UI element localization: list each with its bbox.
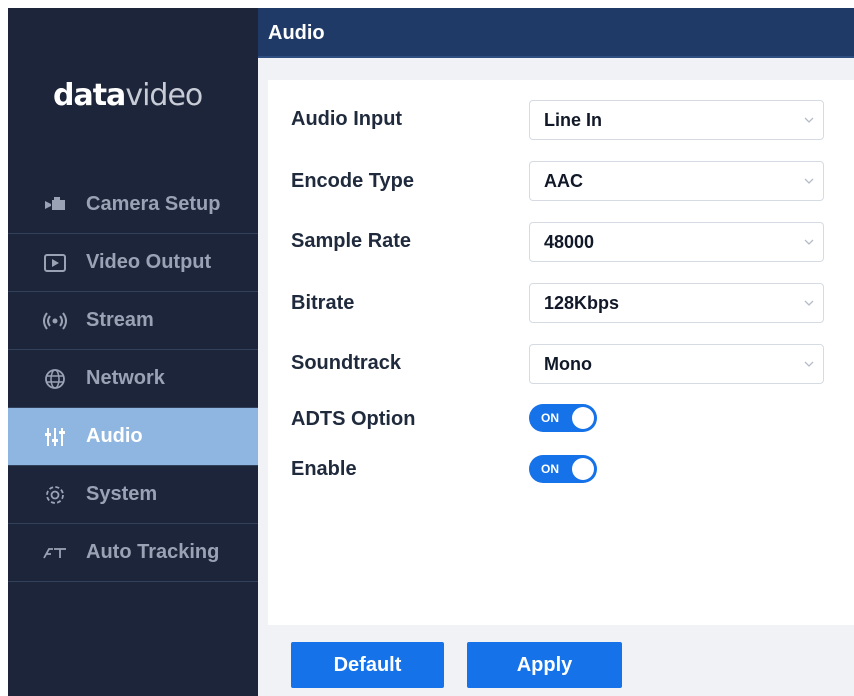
sample-rate-select[interactable]: 48000 (529, 222, 824, 262)
chevron-down-icon (804, 178, 814, 184)
toggle-knob (572, 458, 594, 480)
bitrate-select[interactable]: 128Kbps (529, 283, 824, 323)
bitrate-label: Bitrate (291, 292, 355, 314)
chevron-down-icon (804, 361, 814, 367)
toggle-state-text: ON (541, 462, 559, 476)
toggle-knob (572, 407, 594, 429)
chevron-down-icon (804, 239, 814, 245)
video-output-icon (42, 252, 68, 274)
sidebar-item-video-output[interactable]: Video Output (8, 234, 258, 292)
sidebar-item-system[interactable]: System (8, 466, 258, 524)
audio-input-value: Line In (544, 109, 602, 130)
sidebar-item-stream[interactable]: Stream (8, 292, 258, 350)
sidebar: datavideo Camera Setup Video Output Stre… (8, 8, 258, 696)
audio-input-label: Audio Input (291, 108, 403, 130)
enable-label: Enable (291, 458, 357, 480)
toggle-state-text: ON (541, 411, 559, 425)
sample-rate-value: 48000 (544, 231, 595, 252)
camera-icon (42, 194, 68, 216)
soundtrack-label: Soundtrack (291, 352, 402, 374)
gear-icon (42, 484, 68, 506)
sidebar-item-label: Video Output (86, 251, 212, 273)
sidebar-item-label: Network (86, 367, 165, 389)
default-button[interactable]: Default (291, 642, 444, 688)
sidebar-item-camera-setup[interactable]: Camera Setup (8, 176, 258, 234)
soundtrack-select[interactable]: Mono (529, 344, 824, 384)
page-header: Audio (258, 8, 854, 58)
enable-row: Enable (291, 458, 357, 481)
globe-icon (42, 368, 68, 390)
encode-type-label: Encode Type (291, 170, 414, 192)
encode-type-select[interactable]: AAC (529, 161, 824, 201)
encode-type-value: AAC (544, 170, 583, 191)
chevron-down-icon (804, 117, 814, 123)
datavideo-logo: datavideo (53, 78, 203, 113)
page-title: Audio (268, 22, 325, 44)
sidebar-item-label: Auto Tracking (86, 541, 220, 563)
audio-input-select[interactable]: Line In (529, 100, 824, 140)
sample-rate-label: Sample Rate (291, 230, 412, 252)
sidebar-nav: Camera Setup Video Output Stream Network (8, 176, 258, 582)
sample-rate-row: Sample Rate (291, 230, 411, 253)
sidebar-item-label: Camera Setup (86, 193, 221, 215)
sidebar-item-label: System (86, 483, 158, 505)
soundtrack-row: Soundtrack (291, 352, 401, 375)
soundtrack-value: Mono (544, 353, 592, 374)
sidebar-item-network[interactable]: Network (8, 350, 258, 408)
apply-button[interactable]: Apply (467, 642, 622, 688)
stream-icon (42, 310, 68, 332)
adts-option-toggle[interactable]: ON (529, 404, 597, 432)
chevron-down-icon (804, 300, 814, 306)
sidebar-item-audio[interactable]: Audio (8, 408, 258, 466)
sidebar-item-auto-tracking[interactable]: Auto Tracking (8, 524, 258, 582)
adts-option-label: ADTS Option (291, 408, 416, 430)
auto-tracking-icon (42, 542, 68, 564)
bitrate-row: Bitrate (291, 292, 354, 315)
bitrate-value: 128Kbps (544, 292, 620, 313)
equalizer-icon (42, 426, 68, 448)
sidebar-item-label: Stream (86, 309, 154, 331)
encode-type-row: Encode Type (291, 170, 414, 193)
sidebar-item-label: Audio (86, 425, 143, 447)
adts-option-row: ADTS Option (291, 408, 415, 431)
enable-toggle[interactable]: ON (529, 455, 597, 483)
audio-input-row: Audio Input (291, 108, 402, 131)
